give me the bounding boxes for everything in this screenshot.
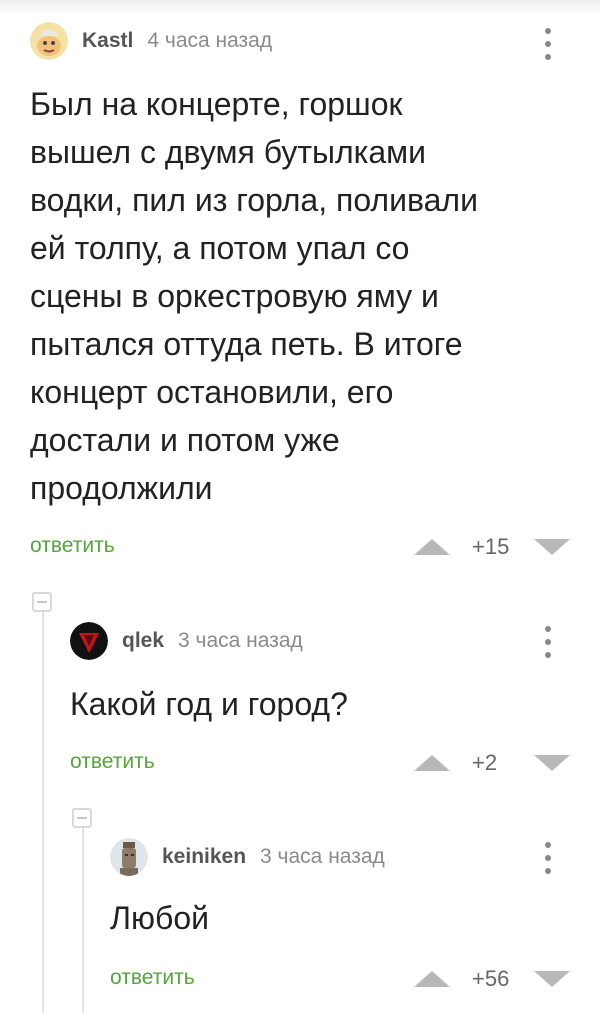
comment-score: +2 [472, 750, 498, 775]
avatar[interactable] [30, 22, 68, 60]
text-line: концерт остановили, его [30, 374, 394, 410]
comment-text: Какой год и город? [70, 680, 348, 728]
cartoon-face-avatar-icon [30, 22, 68, 60]
collapse-thread-button[interactable] [72, 808, 92, 828]
red-emblem-avatar-icon [70, 622, 108, 660]
thread-line-level2 [82, 828, 84, 1013]
text-line: Любой [110, 900, 209, 936]
comment-time: 3 часа назад [178, 629, 303, 652]
comment-header: qlek 3 часа назад [70, 622, 303, 660]
minus-icon [37, 601, 47, 603]
text-line: Какой год и город? [70, 686, 348, 722]
comment-author[interactable]: qlek [122, 629, 164, 653]
dot-icon [545, 626, 551, 632]
dot-icon [545, 41, 551, 47]
dot-icon [545, 868, 551, 874]
comment-author[interactable]: Kastl [82, 29, 133, 53]
reply-link[interactable]: ответить [70, 750, 155, 774]
vote-controls: +56 [414, 966, 570, 992]
text-line: продолжили [30, 470, 213, 506]
text-line: Был на концерте, горшок [30, 86, 403, 122]
text-line: ей толпу, а потом упал со [30, 230, 410, 266]
top-shadow [0, 0, 600, 14]
thread-line-level1 [42, 612, 44, 1013]
more-options-button[interactable] [538, 838, 558, 878]
dot-icon [545, 54, 551, 60]
text-line: достали и потом уже [30, 422, 340, 458]
upvote-icon[interactable] [414, 971, 450, 987]
reply-link[interactable]: ответить [110, 966, 195, 990]
comment-author[interactable]: keiniken [162, 845, 246, 869]
comment-header: Kastl 4 часа назад [30, 22, 272, 60]
comment-header: keiniken 3 часа назад [110, 838, 385, 876]
reply-link[interactable]: ответить [30, 534, 115, 558]
comment-score: +56 [472, 966, 510, 991]
statue-head-avatar-icon [110, 838, 148, 876]
comment-text: Любой [110, 894, 209, 942]
text-line: сцены в оркестровую яму и [30, 278, 439, 314]
comment-score: +15 [472, 534, 510, 559]
avatar[interactable] [110, 838, 148, 876]
more-options-button[interactable] [538, 24, 558, 64]
upvote-icon[interactable] [414, 755, 450, 771]
comment-text: Был на концерте, горшок вышел с двумя бу… [30, 80, 478, 512]
vote-controls: +15 [414, 534, 570, 560]
comment-time: 4 часа назад [147, 29, 273, 52]
dot-icon [545, 639, 551, 645]
downvote-icon[interactable] [534, 539, 570, 555]
downvote-icon[interactable] [534, 755, 570, 771]
more-options-button[interactable] [538, 622, 558, 662]
text-line: пытался оттуда петь. В итоге [30, 326, 463, 362]
comment-time: 3 часа назад [260, 845, 385, 868]
minus-icon [77, 817, 87, 819]
dot-icon [545, 842, 551, 848]
dot-icon [545, 28, 551, 34]
text-line: вышел с двумя бутылками [30, 134, 427, 170]
downvote-icon[interactable] [534, 971, 570, 987]
dot-icon [545, 855, 551, 861]
collapse-thread-button[interactable] [32, 592, 52, 612]
avatar[interactable] [70, 622, 108, 660]
dot-icon [545, 652, 551, 658]
upvote-icon[interactable] [414, 539, 450, 555]
text-line: водки, пил из горла, поливали [30, 182, 478, 218]
vote-controls: +2 [414, 750, 570, 776]
